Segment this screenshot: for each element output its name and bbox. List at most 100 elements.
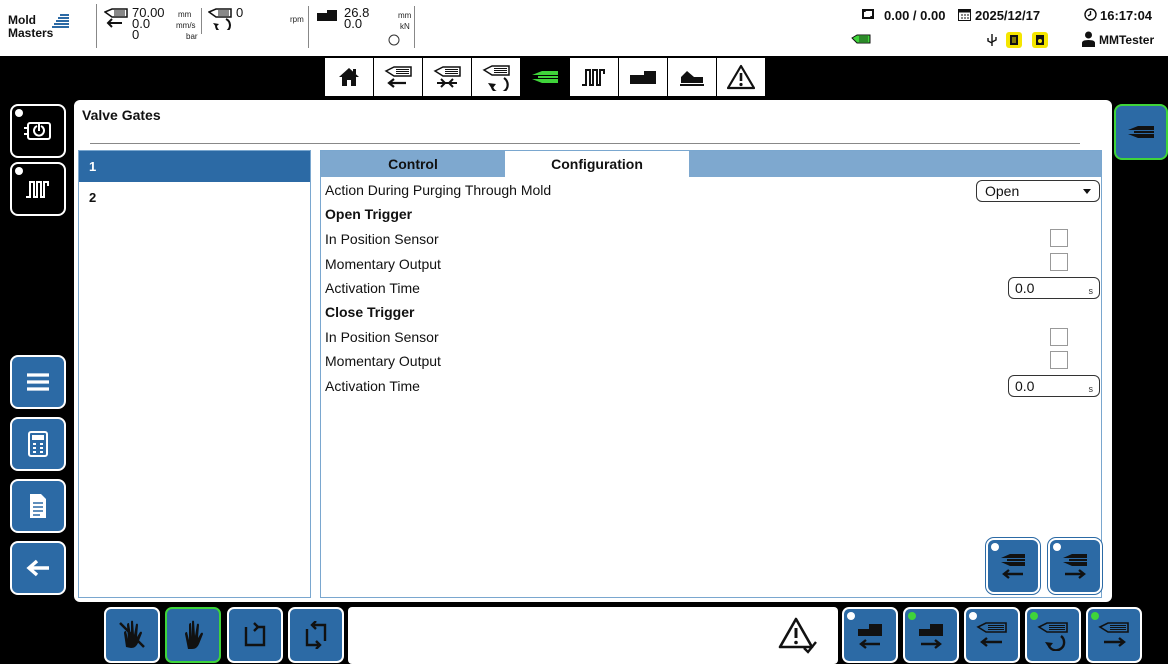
single-cycle-button[interactable] [227, 607, 283, 663]
temperature-icon [26, 181, 49, 198]
purge-action-value: Open [985, 183, 1020, 199]
screw-rotation-icon [208, 8, 232, 30]
close-trigger-heading: Close Trigger [325, 304, 415, 320]
single-cycle-icon [244, 622, 266, 647]
date-value: 2025/12/17 [975, 8, 1041, 23]
injection-pressure-value: 0 [132, 27, 140, 42]
semi-auto-mode-button[interactable] [165, 607, 221, 663]
nav-ejector-button[interactable] [619, 58, 667, 96]
nav-hold-button[interactable] [423, 58, 471, 96]
injection-pressure-unit: bar [186, 32, 198, 41]
open-momentary-checkbox[interactable] [1050, 253, 1068, 271]
menu-button[interactable] [10, 355, 66, 409]
manual-mode-button[interactable] [104, 607, 160, 663]
nav-valve-gate-button[interactable] [521, 58, 569, 96]
page-title: Valve Gates [82, 107, 161, 123]
open-in-position-checkbox[interactable] [1050, 229, 1068, 247]
close-activation-time-field[interactable]: 0.0 s [1008, 375, 1100, 397]
recipe-icon[interactable] [1032, 32, 1048, 48]
purge-action-select[interactable]: Open [976, 180, 1100, 202]
gate-open-button[interactable] [1047, 537, 1103, 595]
injection-retract-button[interactable] [964, 607, 1020, 663]
notes-icon[interactable] [1006, 32, 1022, 48]
clamp-force-unit: kN [400, 22, 410, 31]
calendar-icon [958, 9, 971, 21]
valve-gate-quick-button[interactable] [1114, 104, 1168, 160]
gate-close-button[interactable] [985, 537, 1041, 595]
injection-retract-icon [976, 622, 1007, 647]
time-value: 16:17:04 [1100, 8, 1153, 23]
close-in-position-label: In Position Sensor [325, 329, 439, 345]
valve-gates-panel: Valve Gates 1 2 Control Configuration Ac… [74, 100, 1112, 602]
screw-rotate-icon [1037, 622, 1068, 651]
screw-icon [482, 65, 510, 91]
ejector-retract-button[interactable] [842, 607, 898, 663]
injection-forward-button[interactable] [1086, 607, 1142, 663]
cycle-time-value: 0.00 / 0.00 [884, 8, 946, 23]
alarm-message-area[interactable] [348, 607, 838, 664]
open-activation-label: Activation Time [325, 280, 420, 296]
injection-speed-unit: mm/s [176, 21, 196, 30]
auto-cycle-button[interactable] [288, 607, 344, 663]
clamp-force-value: 0.0 [344, 16, 363, 31]
injection-position-unit: mm [178, 10, 192, 19]
nav-alarm-button[interactable] [717, 58, 765, 96]
clock-icon [1084, 8, 1097, 21]
open-activation-time-field[interactable]: 0.0 s [1008, 277, 1100, 299]
close-activation-value: 0.0 [1015, 378, 1035, 394]
back-button[interactable] [10, 541, 66, 595]
document-button[interactable] [10, 479, 66, 533]
user-name: MMTester [1099, 33, 1155, 47]
injection-icon [384, 66, 412, 88]
injection-forward-icon [1098, 622, 1129, 647]
alarm-icon [727, 64, 755, 90]
nav-injection-button[interactable] [374, 58, 422, 96]
calculator-icon [28, 431, 48, 457]
injection-unit-icon [104, 8, 128, 28]
gate-list-item[interactable]: 1 [79, 151, 310, 182]
home-icon [339, 68, 359, 86]
close-activation-label: Activation Time [325, 378, 420, 394]
open-momentary-label: Momentary Output [325, 256, 441, 272]
status-bar: Mold Masters 70.00 0.0 0 mm mm/s bar 0 r… [0, 0, 1168, 56]
close-in-position-checkbox[interactable] [1050, 328, 1068, 346]
valve-gate-icon [1128, 126, 1154, 138]
close-activation-unit: s [1088, 384, 1094, 394]
open-trigger-heading: Open Trigger [325, 206, 413, 222]
open-activation-value: 0.0 [1015, 280, 1035, 296]
ejector-forward-icon [919, 624, 943, 649]
screw-rotate-button[interactable] [1025, 607, 1081, 663]
tab-control[interactable]: Control [321, 151, 505, 177]
usb-icon[interactable] [986, 33, 998, 47]
tab-bar: Control Configuration [321, 151, 1101, 177]
tab-configuration[interactable]: Configuration [505, 151, 689, 177]
clamp-position-unit: mm [398, 11, 412, 20]
purge-action-label: Action During Purging Through Mold [325, 182, 552, 198]
clamp-unit-icon [317, 10, 337, 21]
valve-gate-open-icon [1063, 554, 1087, 579]
open-activation-unit: s [1088, 286, 1094, 296]
calculator-button[interactable] [10, 417, 66, 471]
menu-icon [27, 373, 49, 391]
gate-settings: Control Configuration Action During Purg… [320, 150, 1103, 598]
chevron-down-icon [1083, 189, 1091, 194]
nav-temperature-button[interactable] [570, 58, 618, 96]
temperature-icon [582, 69, 605, 86]
close-momentary-checkbox[interactable] [1050, 351, 1068, 369]
heater-power-button[interactable] [10, 162, 66, 216]
gate-list-item[interactable]: 2 [79, 182, 310, 213]
document-icon [30, 494, 46, 518]
user-icon [1082, 31, 1095, 47]
nav-screw-button[interactable] [472, 58, 520, 96]
screw-rpm-value: 0 [236, 5, 244, 20]
nav-home-button[interactable] [325, 58, 373, 96]
mold-masters-logo: Mold Masters [8, 10, 88, 46]
nav-graph-button[interactable] [668, 58, 716, 96]
ejector-forward-button[interactable] [903, 607, 959, 663]
main-nav [325, 58, 821, 98]
power-button[interactable] [10, 104, 66, 158]
auto-cycle-icon [305, 621, 327, 649]
motor-status-icon [851, 34, 871, 44]
hand-icon [185, 620, 203, 649]
hand-slash-icon [119, 620, 145, 648]
